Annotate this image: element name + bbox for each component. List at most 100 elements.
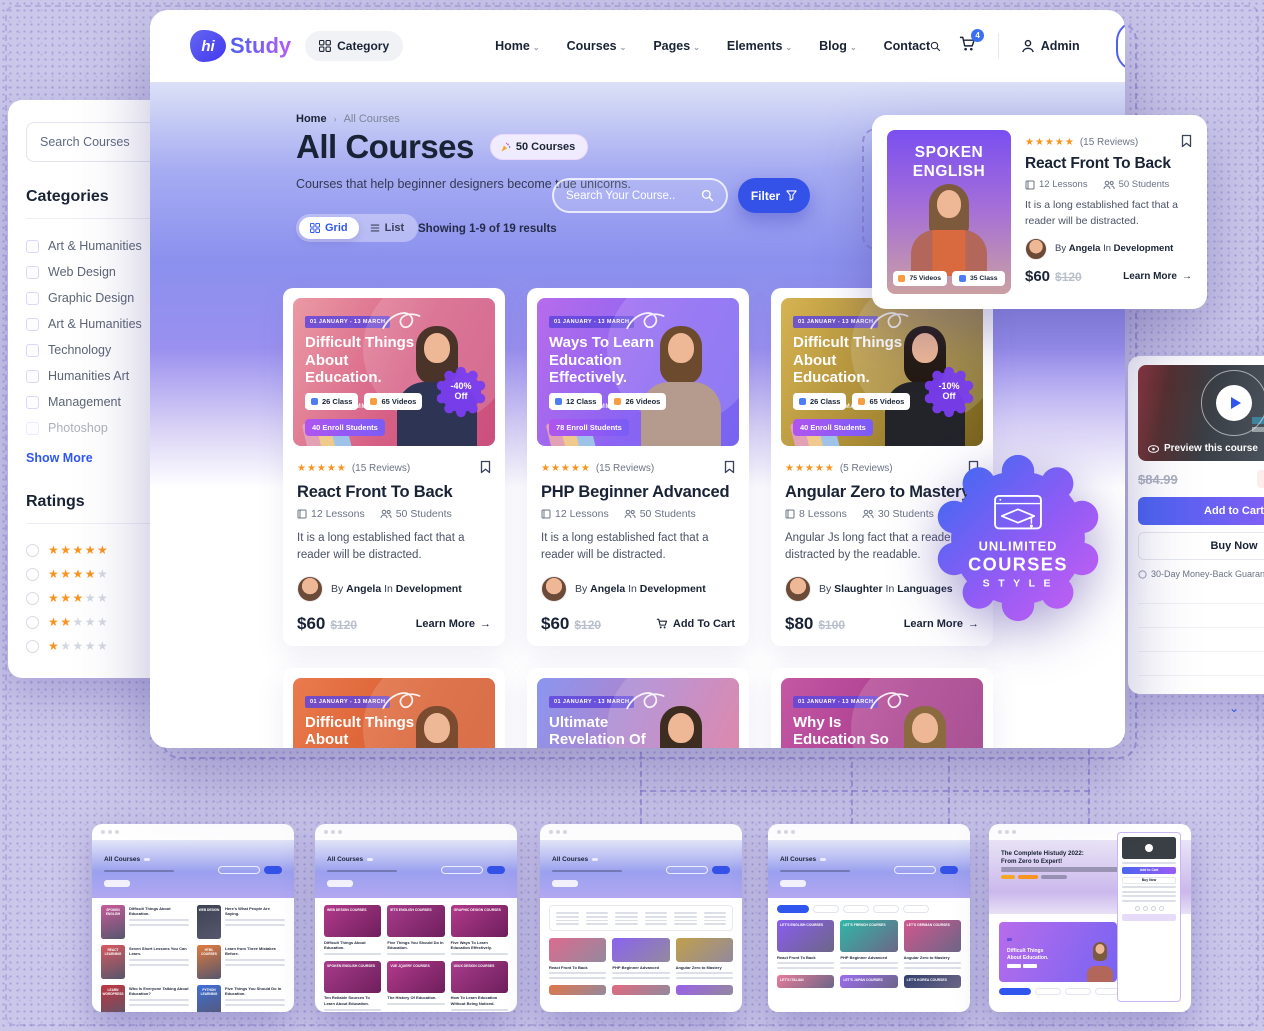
course-cards-grid: 01 JANUARY - 13 MARCHDifficult Things Ab…: [283, 288, 993, 748]
mini-course-item: SPOKEN ENGLISHDifficult Things About Edu…: [101, 905, 189, 939]
category-link[interactable]: Development: [1114, 243, 1174, 254]
breadcrumb-home[interactable]: Home: [296, 113, 327, 125]
course-search-input[interactable]: Search Your Course..: [552, 178, 728, 213]
author-link[interactable]: Angela: [1069, 243, 1101, 254]
course-price: $60: [1025, 268, 1050, 285]
thumbnail-titlebar: [768, 824, 970, 840]
window-dot: [777, 830, 781, 834]
nav-item-home[interactable]: Home⌄: [495, 39, 539, 53]
add-to-cart-button[interactable]: Add to Cart: [1138, 497, 1264, 525]
nav-item-elements[interactable]: Elements⌄: [727, 39, 792, 53]
course-price: $60: [297, 614, 325, 633]
chevron-down-icon: ⌄: [785, 43, 792, 52]
course-preview-video[interactable]: Preview this course: [1138, 365, 1264, 461]
nav-item-pages[interactable]: Pages⌄: [653, 39, 700, 53]
mini-course-card: WEB DESIGN COURSESDifficult Things About…: [324, 905, 381, 955]
mini-tab: [843, 905, 869, 913]
course-detail-panel: Preview this course $84.99 3 days left! …: [1128, 356, 1264, 694]
admin-button[interactable]: Admin: [1021, 39, 1080, 53]
category-link[interactable]: Development: [640, 583, 706, 595]
category-label: Photoshop: [48, 421, 108, 435]
checkbox-icon: [26, 422, 39, 435]
mini-course-card: React Front To Back: [549, 938, 606, 979]
search-icon[interactable]: [930, 38, 941, 55]
mini-count-badge: [592, 858, 598, 861]
learn-more-link[interactable]: Learn More→: [1123, 271, 1192, 282]
unlimited-courses-badge: UNLIMITED COURSES S T Y L E: [932, 452, 1104, 624]
star-rating: ★★★★★: [1025, 137, 1075, 148]
course-title[interactable]: React Front To Back: [297, 483, 491, 502]
window-dot: [324, 830, 328, 834]
course-card[interactable]: 01 JANUARY - 13 MARCHUltimate Revelation…: [527, 668, 749, 749]
category-link[interactable]: Development: [396, 583, 462, 595]
course-banner: 01 JANUARY - 13 MARCHWhy Is Education So…: [781, 678, 983, 749]
bookmark-icon[interactable]: [724, 460, 735, 474]
chevron-down-icon[interactable]: ⌄: [1138, 701, 1264, 715]
mini-course-title: Difficult Things About Education.: [324, 940, 381, 951]
histudy-logo[interactable]: hi Study: [190, 30, 291, 62]
course-old-price: $120: [330, 618, 357, 632]
nav-item-blog[interactable]: Blog⌄: [819, 39, 856, 53]
enroll-now-button[interactable]: Enroll Now: [1116, 21, 1125, 71]
category-button[interactable]: Category: [305, 31, 403, 61]
mini-poster: PYTHON LEARNING: [197, 985, 221, 1012]
nav-item-courses[interactable]: Courses⌄: [567, 39, 627, 53]
course-title[interactable]: React Front To Back: [1025, 155, 1192, 173]
mini-subtitle-bar: [552, 870, 622, 873]
course-title[interactable]: PHP Beginner Advanced: [541, 483, 735, 502]
mini-poster: LEARN WORDPRESS: [101, 985, 125, 1012]
floating-course-card[interactable]: SPOKENENGLISH 75 Videos 35 Class ★★★★★(1…: [872, 115, 1207, 309]
layout-thumbnail-tabs: All CoursesLET'S ENGLISH COURSESReact Fr…: [768, 824, 970, 1012]
checkbox-icon: [26, 396, 39, 409]
show-more-link[interactable]: Show More: [26, 451, 93, 465]
list-view-button[interactable]: List: [359, 217, 416, 239]
logo-text: Study: [230, 33, 291, 59]
mini-tab: [813, 905, 839, 913]
cart-button[interactable]: 4: [959, 35, 976, 57]
nav-item-contact[interactable]: Contact: [884, 39, 931, 53]
star-rating: ★★★★★: [48, 639, 109, 653]
author-link[interactable]: Slaughter: [834, 583, 882, 595]
filter-button[interactable]: Filter: [738, 178, 810, 213]
course-card[interactable]: 01 JANUARY - 13 MARCHWays To Learn Educa…: [527, 288, 749, 646]
mini-course-title: React Front To Back: [549, 965, 606, 970]
buy-now-button[interactable]: Buy Now: [1138, 532, 1264, 560]
mini-buy-now: Buy Now: [1122, 877, 1176, 884]
author-link[interactable]: Angela: [346, 583, 381, 595]
course-fact-row: English: [1138, 675, 1264, 699]
author-link[interactable]: Angela: [590, 583, 625, 595]
window-dot: [1012, 830, 1016, 834]
mini-category-tabs: [777, 905, 961, 913]
bookmark-icon[interactable]: [480, 460, 491, 474]
chevron-down-icon: ⌄: [850, 43, 857, 52]
grid-view-button[interactable]: Grid: [299, 217, 359, 239]
window-dot: [556, 830, 560, 834]
learn-more-link[interactable]: Learn More→: [416, 618, 491, 630]
mini-search: [666, 866, 708, 874]
mini-search: [218, 866, 260, 874]
course-card[interactable]: 01 JANUARY - 13 MARCHDifficult Things Ab…: [283, 668, 505, 749]
mini-course-title: Five Things You Should Do In Education.: [225, 986, 285, 997]
course-count-badge: 50 Courses: [490, 134, 588, 160]
mini-page-title: All Courses: [327, 856, 363, 863]
course-fact-row: 100: [1138, 603, 1264, 627]
course-author-row: By Angela In Development: [297, 576, 491, 602]
course-card[interactable]: 01 JANUARY - 13 MARCHWhy Is Education So…: [771, 668, 993, 749]
mini-page-title: All Courses: [780, 856, 816, 863]
bookmark-icon[interactable]: [1181, 134, 1192, 148]
class-badge: 26 Class: [305, 393, 358, 410]
mini-course-title: Angular Zero to Mastery: [676, 965, 733, 970]
discount-badge: -40%Off: [435, 366, 487, 418]
class-badge: 12 Class: [549, 393, 602, 410]
mini-filter: [712, 866, 730, 874]
mini-page-title: All Courses: [104, 856, 140, 863]
mini-course-card: Angular Zero to Mastery: [676, 938, 733, 979]
course-banner: 01 JANUARY - 13 MARCHDifficult Things Ab…: [781, 298, 983, 446]
course-card[interactable]: 01 JANUARY - 13 MARCHDifficult Things Ab…: [283, 288, 505, 646]
users-icon: [624, 509, 636, 519]
discount-badge: -10%Off: [923, 366, 975, 418]
play-icon[interactable]: [1216, 385, 1252, 421]
mini-tab: [903, 905, 929, 913]
add-to-cart-link[interactable]: Add To Cart: [656, 618, 735, 630]
layout-thumbnail-filter: All CoursesReact Front To BackPHP Beginn…: [540, 824, 742, 1012]
